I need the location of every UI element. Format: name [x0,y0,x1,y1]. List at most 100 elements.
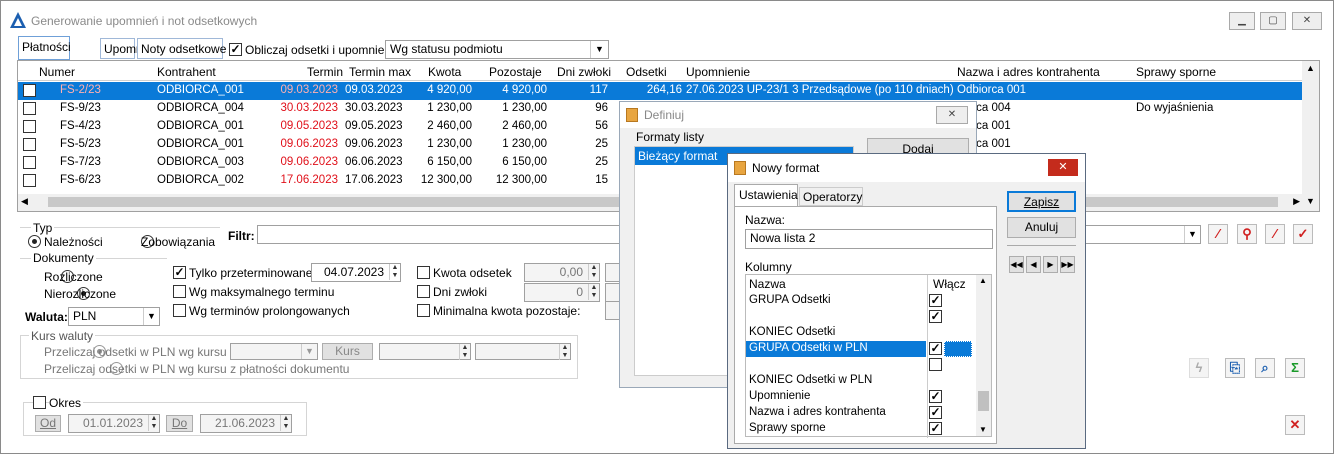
filter-clear-icon[interactable]: ⁄ [1208,224,1228,244]
definiuj-close-button[interactable]: ✕ [936,106,968,124]
sum-icon[interactable]: Σ [1285,358,1305,378]
scroll-down-icon[interactable]: ▼ [979,425,987,434]
tab-platnosci[interactable]: Płatności [18,36,71,60]
col-termin[interactable]: Termin [307,65,343,79]
col-termin-max[interactable]: Termin max [349,65,411,79]
close-window-button[interactable]: ✕ [1292,12,1322,30]
radio-naleznosci[interactable] [28,235,41,248]
chevron-down-icon[interactable]: ▼ [143,308,159,325]
move-prev-icon[interactable]: ◀ [1026,256,1041,273]
row-checkbox[interactable] [23,120,36,133]
column-enable-checkbox[interactable] [929,342,942,355]
nowy-format-close-button[interactable]: ✕ [1048,159,1078,176]
od-date-input[interactable]: 01.01.2023 ▲ ▼ [68,414,160,433]
row-checkbox[interactable] [23,174,36,187]
list-item[interactable]: Sprawy sporne [746,421,976,437]
filter-builder-icon[interactable]: ⚲ [1237,224,1257,244]
do-date-input[interactable]: 21.06.2023 ▲ ▼ [200,414,292,433]
chevron-down-icon[interactable]: ▼ [301,344,317,359]
scroll-up-icon[interactable]: ▲ [979,276,987,285]
kurs-button[interactable]: Kurs [322,343,373,360]
move-first-icon[interactable]: ◀◀ [1009,256,1024,273]
minimize-button[interactable]: ▁ [1229,12,1255,30]
dni-zwloki-input[interactable]: 0 ▲ ▼ [524,283,600,302]
column-enable-checkbox[interactable] [929,358,942,371]
kurs-date-input[interactable]: ▲ ▼ [379,343,471,360]
magnifier-icon[interactable]: ⌕ [1255,358,1275,378]
column-enable-checkbox[interactable] [929,390,942,403]
nazwa-input[interactable]: Nowa lista 2 [745,229,993,249]
col-upomnienie[interactable]: Upomnienie [686,65,750,79]
col-pozostaje[interactable]: Pozostaje [489,65,542,79]
kolumny-scrollbar[interactable]: ▲ ▼ [976,275,991,436]
tylko-przeterminowane-checkbox[interactable] [173,266,186,279]
col-sprawy-sporne[interactable]: Sprawy sporne [1136,65,1216,79]
min-kwota-checkbox[interactable] [417,304,430,317]
list-item[interactable]: KONIEC Odsetki [746,325,976,341]
col-kontrahent[interactable]: Kontrahent [157,65,216,79]
scroll-thumb[interactable] [978,391,989,411]
wg-max-checkbox[interactable] [173,285,186,298]
spin-icon[interactable]: ▲ ▼ [459,344,470,360]
interest-checkbox[interactable] [229,43,242,56]
chevron-down-icon[interactable]: ▼ [1184,226,1200,243]
column-enable-checkbox[interactable] [929,294,942,307]
spin-icon[interactable]: ▲ ▼ [559,344,570,360]
zapisz-button[interactable]: Zapisz [1007,191,1076,212]
column-enable-checkbox[interactable] [929,422,942,435]
row-checkbox[interactable] [23,156,36,169]
spin-icon[interactable]: ▲ ▼ [148,415,159,431]
dni-zwloki-checkbox[interactable] [417,285,430,298]
scroll-right-icon[interactable]: ▶ [1293,196,1300,207]
grid-vertical-scrollbar[interactable]: ▲ ▼ [1302,61,1319,211]
chevron-down-icon[interactable]: ▼ [590,41,608,58]
filter-apply-icon[interactable]: ✓ [1293,224,1313,244]
scroll-up-icon[interactable]: ▲ [1306,63,1315,73]
wg-prolong-checkbox[interactable] [173,304,186,317]
interest-mode-select[interactable]: Wg statusu podmiotu ▼ [385,40,609,59]
kurs-type-select[interactable]: ▼ [230,343,318,360]
col-kwota[interactable]: Kwota [428,65,461,79]
kurs-value-input[interactable]: ▲ ▼ [475,343,571,360]
spin-icon[interactable]: ▲ ▼ [588,264,599,280]
document-import-icon[interactable]: ⎘ [1225,358,1245,378]
lightning-icon[interactable]: ϟ [1189,358,1209,378]
move-last-icon[interactable]: ▶▶ [1060,256,1075,273]
tab-ustawienia[interactable]: Ustawienia [734,184,798,206]
selection-edit-cell[interactable] [944,341,972,357]
scroll-down-icon[interactable]: ▼ [1306,196,1315,206]
move-next-icon[interactable]: ▶ [1043,256,1058,273]
row-checkbox[interactable] [23,84,36,97]
list-item[interactable]: KONIEC Odsetki w PLN [746,373,976,389]
od-button[interactable]: Od [35,415,61,432]
tab-operatorzy[interactable]: Operatorzy [799,187,863,206]
list-item[interactable] [746,309,976,325]
do-button[interactable]: Do [166,415,193,432]
list-item[interactable]: Nazwa i adres kontrahenta [746,405,976,421]
filter-edit-icon[interactable]: ⁄ [1265,224,1285,244]
date-spin-icon[interactable]: ▲ ▼ [389,264,400,280]
row-checkbox[interactable] [23,102,36,115]
anuluj-button[interactable]: Anuluj [1007,217,1076,238]
column-enable-checkbox[interactable] [929,310,942,323]
kwota-odsetek-checkbox[interactable] [417,266,430,279]
row-checkbox[interactable] [23,138,36,151]
maximize-button[interactable]: ▢ [1260,12,1286,30]
list-item[interactable] [746,357,976,373]
table-row[interactable]: FS-2/23 ODBIORCA_001 09.03.2023 09.03.2023 4… [18,82,1303,100]
scroll-left-icon[interactable]: ◀ [21,196,28,207]
column-enable-checkbox[interactable] [929,406,942,419]
waluta-select[interactable]: PLN ▼ [68,307,160,326]
okres-checkbox[interactable] [33,396,46,409]
tylko-date-input[interactable]: 04.07.2023 ▲ ▼ [311,263,401,282]
list-item[interactable]: GRUPA Odsetki w PLN [746,341,976,357]
col-dni-zwloki[interactable]: Dni zwłoki [557,65,611,79]
spin-icon[interactable]: ▲ ▼ [588,284,599,300]
list-item[interactable]: GRUPA Odsetki [746,293,976,309]
col-numer[interactable]: Numer [39,65,75,79]
tab-noty-odsetkowe[interactable]: Noty odsetkowe [137,38,226,59]
tab-upomnienia[interactable]: Upomnienia [100,38,168,59]
kwota-odsetek-input[interactable]: 0,00 ▲ ▼ [524,263,600,282]
col-nazwa[interactable]: Nazwa i adres kontrahenta [957,65,1100,79]
col-odsetki[interactable]: Odsetki [626,65,667,79]
